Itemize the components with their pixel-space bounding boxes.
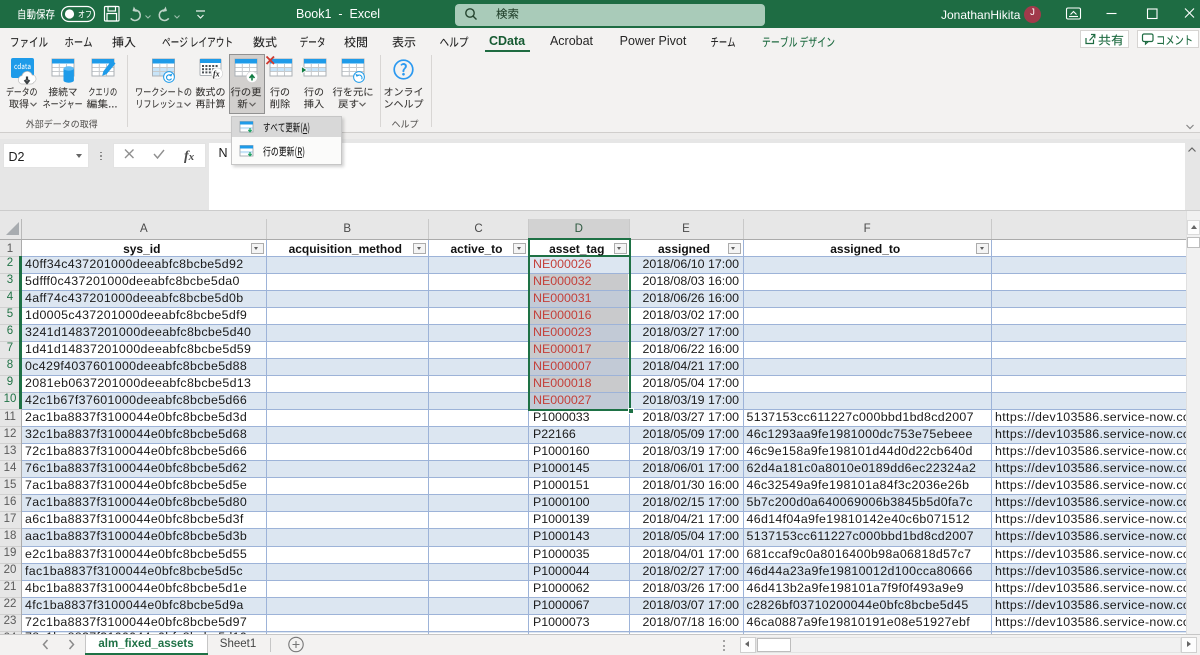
svg-text:fx: fx: [213, 70, 220, 79]
